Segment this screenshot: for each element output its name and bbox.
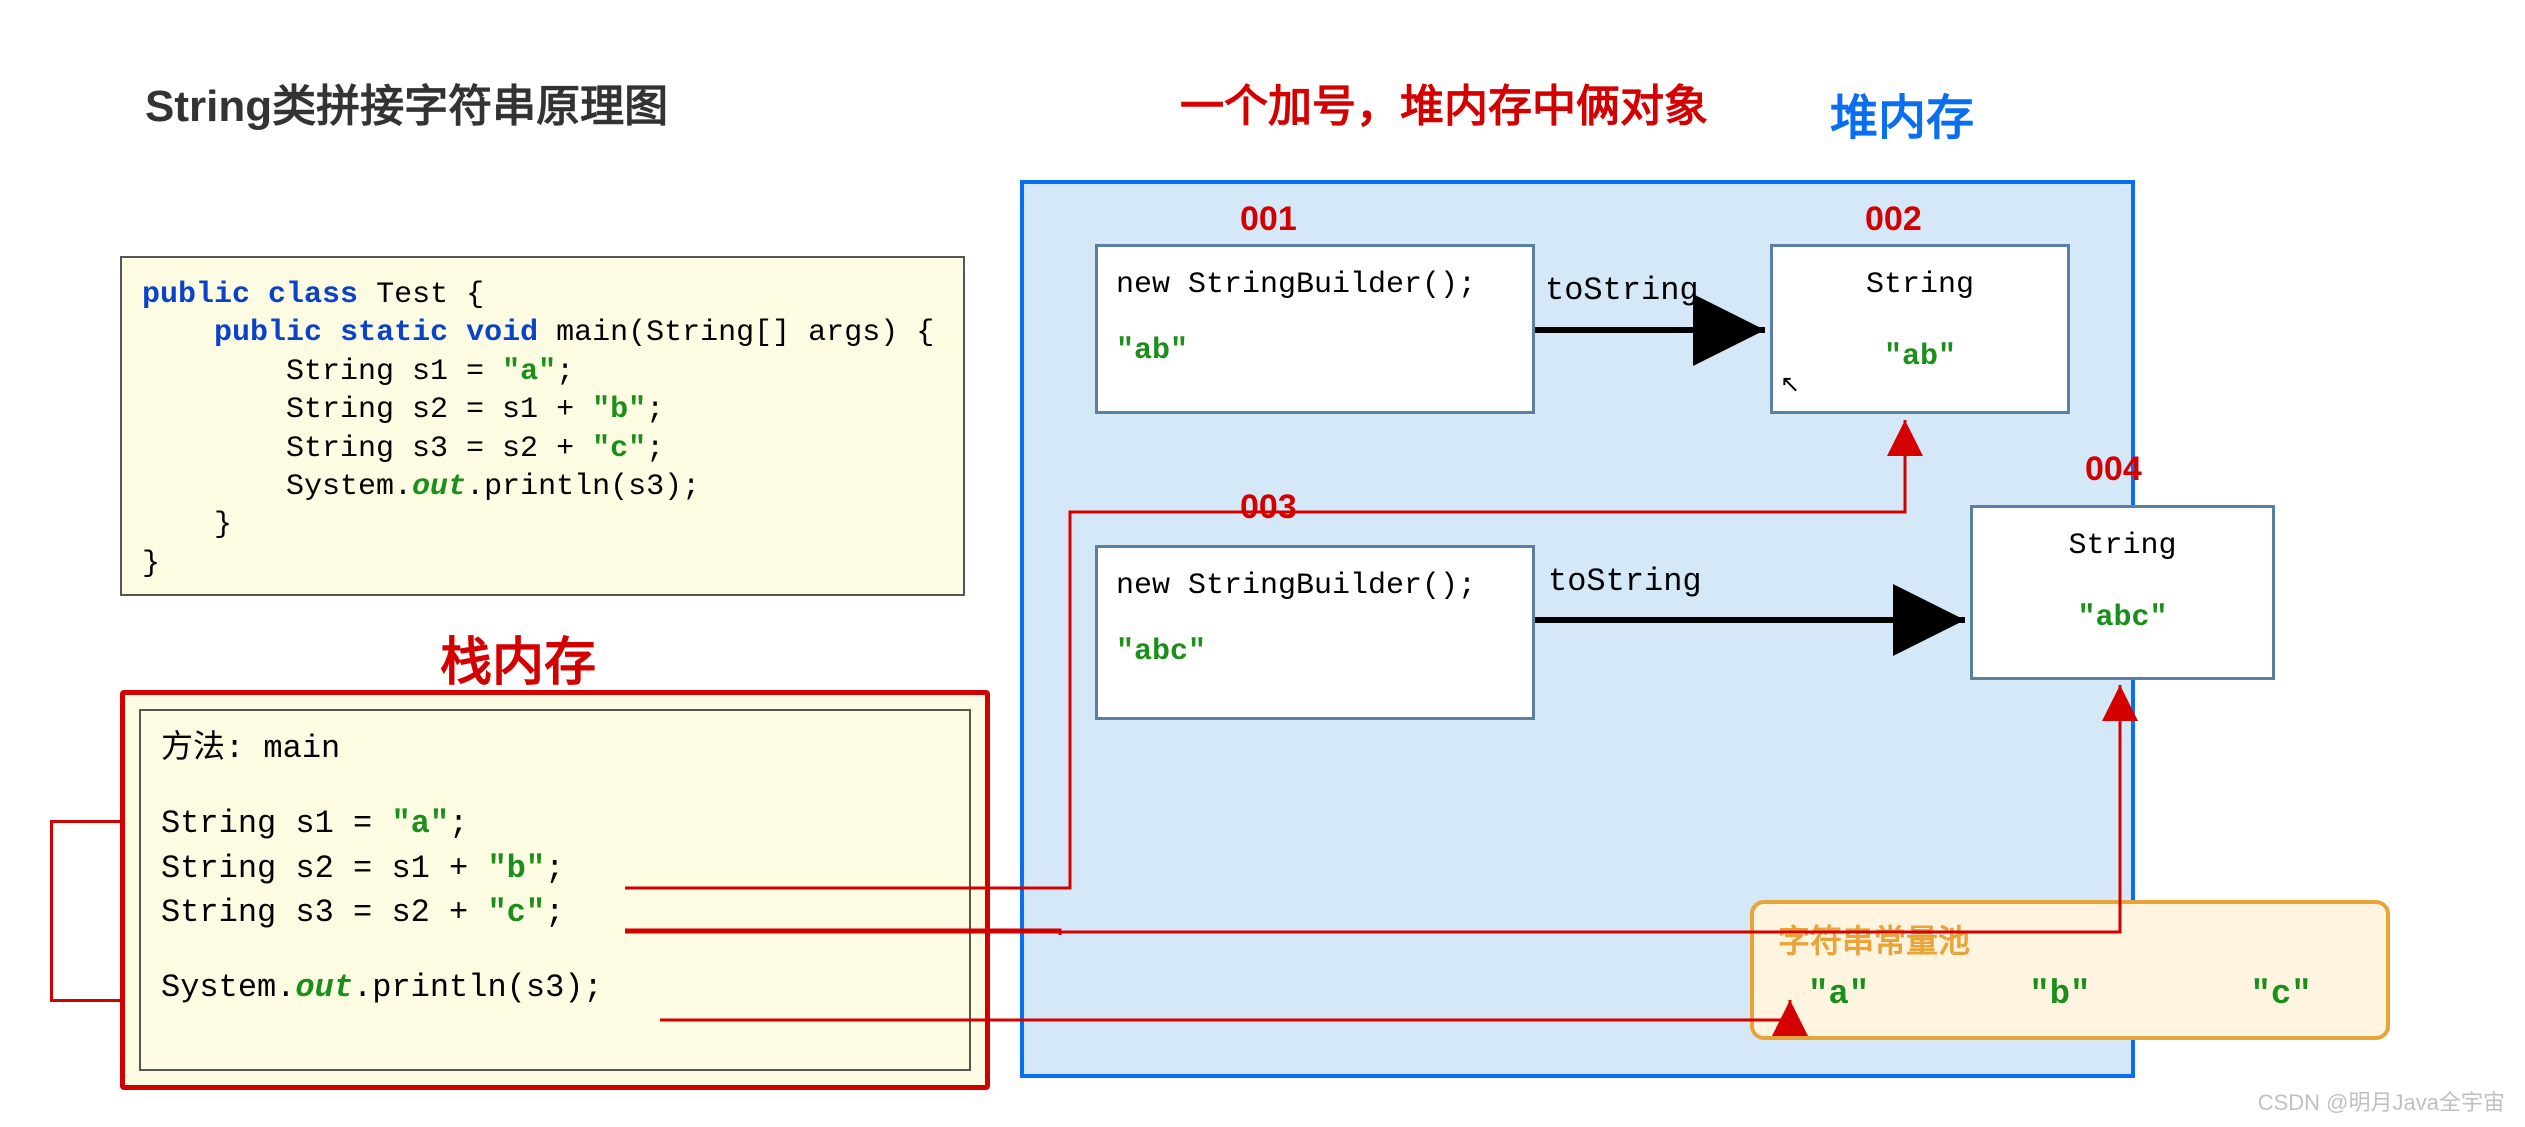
stack-method-label: 方法: main — [161, 727, 949, 772]
tostring-label-1: toString — [1545, 272, 1699, 309]
title-red-note: 一个加号，堆内存中俩对象 — [1180, 70, 1708, 134]
addr-002: 002 — [1865, 200, 1922, 239]
heap-obj-004: String "abc" — [1970, 505, 2275, 680]
cursor-icon: ↖ — [1780, 370, 1800, 399]
title-heap: 堆内存 — [1830, 78, 1974, 148]
stack-title: 栈内存 — [440, 620, 596, 695]
addr-003: 003 — [1240, 488, 1297, 527]
heap-obj-003-value: "abc" — [1116, 628, 1514, 676]
heap-obj-002: String "ab" — [1770, 244, 2070, 414]
stack-s2: String s2 = s1 + "b"; — [161, 847, 949, 892]
code-text: public class Test { public static void m… — [142, 276, 943, 583]
pool-a: "a" — [1808, 976, 1869, 1014]
heap-obj-004-value: "abc" — [1991, 594, 2254, 642]
addr-001: 001 — [1240, 200, 1297, 239]
heap-obj-001-value: "ab" — [1116, 327, 1514, 375]
heap-obj-002-type: String — [1791, 261, 2049, 309]
heap-obj-003-type: new StringBuilder(); — [1116, 562, 1514, 610]
stack-s1: String s1 = "a"; — [161, 802, 949, 847]
string-pool-title: 字符串常量池 — [1778, 916, 2362, 962]
pool-c: "c" — [2250, 976, 2311, 1014]
code-box: public class Test { public static void m… — [120, 256, 965, 596]
stack-side-bracket — [50, 820, 120, 1002]
heap-obj-003: new StringBuilder(); "abc" — [1095, 545, 1535, 720]
tostring-label-2: toString — [1548, 563, 1702, 600]
watermark: CSDN @明月Java全宇宙 — [2258, 1085, 2505, 1117]
addr-004: 004 — [2085, 450, 2142, 489]
pool-b: "b" — [2029, 976, 2090, 1014]
string-pool-box: 字符串常量池 "a" "b" "c" — [1750, 900, 2390, 1040]
stack-s3: String s3 = s2 + "c"; — [161, 891, 949, 936]
heap-obj-002-value: "ab" — [1791, 333, 2049, 381]
title-main: String类拼接字符串原理图 — [145, 70, 668, 134]
heap-obj-004-type: String — [1991, 522, 2254, 570]
stack-println: System.out.println(s3); — [161, 966, 949, 1011]
stack-memory-box: 方法: main String s1 = "a"; String s2 = s1… — [120, 690, 990, 1090]
stack-inner: 方法: main String s1 = "a"; String s2 = s1… — [139, 709, 971, 1071]
heap-obj-001-type: new StringBuilder(); — [1116, 261, 1514, 309]
heap-obj-001: new StringBuilder(); "ab" — [1095, 244, 1535, 414]
